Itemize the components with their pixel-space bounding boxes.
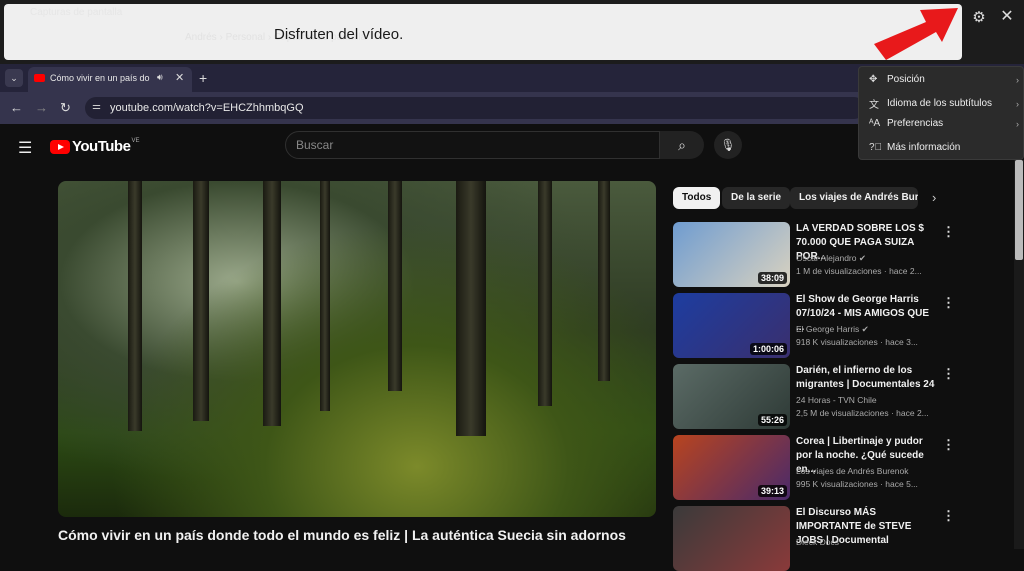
video-thumbnail[interactable]: 1:00:06 [673, 293, 790, 358]
more-options-icon[interactable]: ⋮ [942, 508, 955, 524]
red-arrow-annotation [874, 8, 958, 60]
more-options-icon[interactable]: ⋮ [942, 295, 955, 311]
move-icon: ✥ [869, 74, 878, 85]
scrollbar-thumb[interactable] [1015, 160, 1023, 260]
chevron-right-icon: › [1016, 98, 1019, 109]
tab-title: Cómo vivir en un país donde todo el mund… [50, 73, 150, 83]
more-options-icon[interactable]: ⋮ [942, 224, 955, 240]
chevron-right-icon[interactable]: › [932, 190, 936, 205]
video-thumbnail[interactable]: 55:26 [673, 364, 790, 429]
duration-badge: 39:13 [757, 485, 787, 497]
tree-trunk [263, 181, 281, 426]
tree-trunk [456, 181, 486, 436]
audio-icon[interactable]: 🔊︎ [157, 72, 163, 83]
video-player[interactable] [58, 181, 656, 517]
text-size-icon: ᴬA [869, 118, 881, 129]
video-thumbnail[interactable]: 39:13 [673, 435, 790, 500]
more-options-icon[interactable]: ⋮ [942, 366, 955, 382]
duration-badge: 38:09 [757, 272, 787, 284]
reload-icon[interactable]: ↻ [60, 100, 71, 116]
caption-text: Disfruten del vídeo. [274, 26, 404, 43]
duration-badge: 1:00:06 [749, 343, 787, 355]
rec-title[interactable]: Darién, el infierno de los migrantes | D… [796, 364, 936, 392]
menu-label: Preferencias [887, 118, 944, 129]
rec-meta: 995 K visualizaciones · hace 5... [796, 479, 918, 489]
forward-icon[interactable]: → [35, 100, 48, 115]
tab-close-icon[interactable]: ✕ [175, 71, 184, 84]
tree-trunk [598, 181, 610, 381]
microphone-icon: 🎙︎ [720, 138, 736, 152]
chip-los-viajes[interactable]: Los viajes de Andrés Burenok [790, 187, 918, 209]
site-settings-icon[interactable]: ⚌ [92, 101, 101, 112]
recommended-video[interactable]: 55:26 Darién, el infierno de los migrant… [673, 364, 963, 429]
language-icon: 文 [869, 100, 879, 111]
menu-label: Más información [887, 142, 961, 153]
close-icon[interactable]: ✕ [998, 6, 1016, 26]
tree-trunk [320, 181, 330, 411]
recommended-video[interactable]: El Discurso MÁS IMPORTANTE de STEVE JOBS… [673, 506, 963, 571]
help-icon: ?⃝ [869, 142, 883, 153]
rec-channel[interactable]: 24 Horas - TVN Chile [796, 395, 877, 405]
youtube-play-icon [50, 139, 70, 154]
search-button[interactable]: ⌕ [660, 131, 704, 159]
tree-trunk [388, 181, 402, 391]
chip-de-la-serie[interactable]: De la serie [722, 187, 791, 209]
menu-item-position[interactable]: ✥ Posición › [869, 74, 1019, 85]
captions-settings-menu: ✥ Posición › 文 Idioma de los subtítulos › ᴬA… [858, 66, 1024, 160]
voice-search-button[interactable]: 🎙︎ [714, 131, 742, 159]
chevron-right-icon: › [1016, 118, 1019, 129]
url-text[interactable]: youtube.com/watch?v=EHCZhhmbqGQ [110, 102, 304, 114]
chevron-right-icon: › [1016, 74, 1019, 85]
recommended-video[interactable]: 1:00:06 El Show de George Harris 07/10/2… [673, 293, 963, 358]
recommended-video[interactable]: 38:09 LA VERDAD SOBRE LOS $ 70.000 QUE P… [673, 222, 963, 287]
rec-channel[interactable]: Dieck Docs [796, 537, 839, 547]
chip-todos[interactable]: Todos [673, 187, 721, 209]
more-options-icon[interactable]: ⋮ [942, 437, 955, 453]
menu-label: Idioma de los subtítulos [887, 98, 993, 109]
rec-channel[interactable]: El George Harris ✔ [796, 324, 869, 335]
search-input[interactable] [285, 131, 660, 159]
search-placeholder: Buscar [296, 138, 334, 152]
youtube-favicon-icon [34, 74, 45, 82]
tree-trunk [128, 181, 142, 431]
recommended-video[interactable]: 39:13 Corea | Libertinaje y pudor por la… [673, 435, 963, 500]
rec-channel[interactable]: Los viajes de Andrés Burenok [796, 466, 908, 476]
back-icon[interactable]: ← [10, 100, 23, 115]
rec-channel[interactable]: Oscar Alejandro ✔ [796, 253, 866, 264]
menu-item-language[interactable]: 文 Idioma de los subtítulos › [869, 96, 1019, 111]
duration-badge: 55:26 [757, 414, 787, 426]
video-thumbnail[interactable] [673, 506, 790, 571]
country-code: VE [131, 138, 140, 144]
ghost-window-title: Capturas de pantalla [30, 7, 123, 18]
video-thumbnail[interactable]: 38:09 [673, 222, 790, 287]
captions-panel [4, 4, 962, 60]
search-icon: ⌕ [678, 137, 686, 153]
youtube-logo[interactable]: YouTube VE [50, 138, 139, 155]
menu-item-more-info[interactable]: ?⃝ Más información [869, 142, 1019, 153]
logo-text: YouTube [72, 138, 131, 155]
menu-icon[interactable]: ☰ [18, 138, 32, 158]
menu-item-preferences[interactable]: ᴬA Preferencias › [869, 118, 1019, 129]
rec-meta: 2,5 M de visualizaciones · hace 2... [796, 408, 929, 418]
rec-meta: 918 K visualizaciones · hace 3... [796, 337, 918, 347]
gear-icon[interactable]: ⚙ [970, 8, 988, 26]
rec-meta: 1 M de visualizaciones · hace 2... [796, 266, 922, 276]
menu-label: Posición [887, 74, 925, 85]
tree-trunk [538, 181, 552, 406]
video-title: Cómo vivir en un país donde todo el mund… [58, 527, 626, 543]
new-tab-button[interactable]: + [199, 70, 207, 86]
tree-trunk [193, 181, 209, 421]
tab-search-button[interactable]: ⌄ [5, 69, 23, 87]
